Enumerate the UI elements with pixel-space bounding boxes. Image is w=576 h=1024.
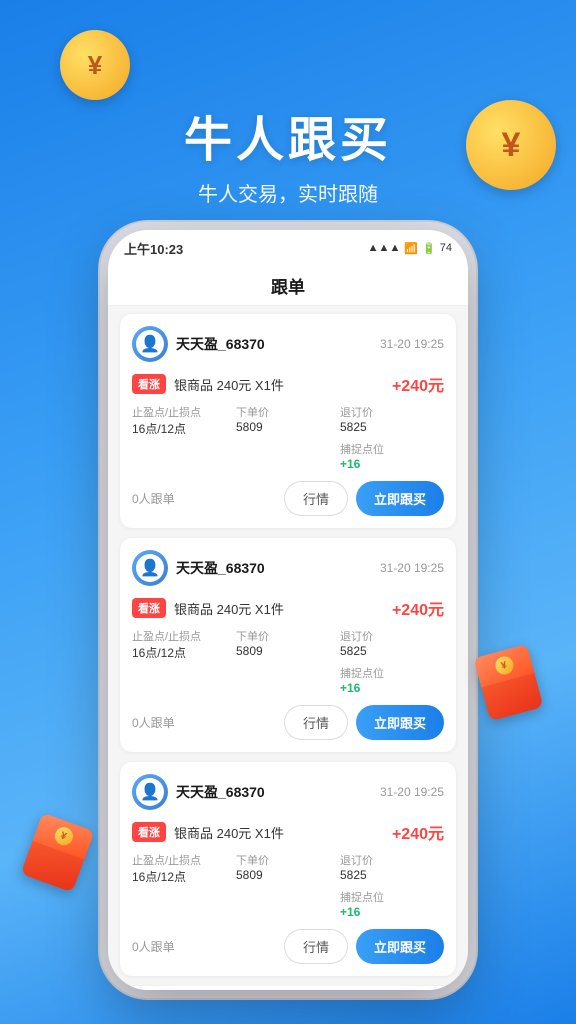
detail-capture-label: 捕捉点位 +16	[340, 665, 444, 695]
detail-order-label: 下单价 5809	[236, 628, 340, 661]
action-buttons: 行情 立即跟买	[284, 705, 444, 740]
user-avatar: 👤	[132, 326, 168, 362]
trade-details: 止盈点/止损点 16点/12点 下单价 5809 退订价 5825 捕捉点位 +…	[132, 628, 444, 695]
nav-bar: 跟单	[108, 266, 468, 306]
card-time: 31-20 19:25	[380, 561, 444, 575]
card-user: 👤 天天盈_68370	[132, 550, 265, 586]
trade-name: 银商品 240元 X1件	[174, 375, 284, 394]
detail-capture-label: 捕捉点位 +16	[340, 889, 444, 919]
trade-name: 银商品 240元 X1件	[174, 823, 284, 842]
card-time: 31-20 19:25	[380, 337, 444, 351]
card-user: 👤 天天盈_68370	[132, 326, 265, 362]
market-button[interactable]: 行情	[284, 929, 348, 964]
avatar-face: 👤	[136, 554, 164, 582]
red-envelope-right: ¥	[481, 650, 536, 715]
detail-stop-label: 止盈点/止损点 16点/12点	[132, 404, 236, 437]
card-footer: 0人跟单 行情 立即跟买	[132, 705, 444, 740]
trade-info-row: 看涨 银商品 240元 X1件 +240元	[132, 596, 444, 620]
trade-info-row: 看涨 银商品 240元 X1件 +240元	[132, 372, 444, 396]
market-button[interactable]: 行情	[284, 705, 348, 740]
nav-title: 跟单	[271, 273, 305, 298]
trade-details: 止盈点/止损点 16点/12点 下单价 5809 退订价 5825 捕捉点位 +…	[132, 852, 444, 919]
detail-stop-label: 止盈点/止损点 16点/12点	[132, 852, 236, 885]
action-buttons: 行情 立即跟买	[284, 929, 444, 964]
avatar-face: 👤	[136, 330, 164, 358]
detail-cancel-label: 退订价 5825	[340, 852, 444, 885]
follow-button[interactable]: 立即跟买	[356, 705, 444, 740]
card-footer: 0人跟单 行情 立即跟买	[132, 929, 444, 964]
market-button[interactable]: 行情	[284, 481, 348, 516]
battery-icon: 🔋	[422, 242, 436, 255]
trade-card: 👤 天天盈_68370 31-20 19:25 看涨 银商品 240元 X1件 …	[120, 314, 456, 528]
coin-decoration-right: ¥	[466, 100, 556, 190]
phone-mockup: 上午10:23 ▲▲▲ 📶 🔋 74 跟单 👤 天天盈_68370 31-20 …	[108, 230, 468, 990]
status-icons: ▲▲▲ 📶 🔋 74	[368, 242, 452, 255]
phone-content[interactable]: 👤 天天盈_68370 31-20 19:25 看涨 银商品 240元 X1件 …	[108, 306, 468, 990]
followers-count: 0人跟单	[132, 714, 175, 731]
follow-button[interactable]: 立即跟买	[356, 481, 444, 516]
trade-profit: +240元	[392, 372, 444, 396]
trade-info-row: 看涨 银商品 240元 X1件 +240元	[132, 820, 444, 844]
trade-name: 银商品 240元 X1件	[174, 599, 284, 618]
user-name: 天天盈_68370	[176, 334, 265, 354]
trade-card: 👤 天天盈_68370 31-20 19:25 看涨 银商品 240元 X1件 …	[120, 762, 456, 976]
card-time: 31-20 19:25	[380, 785, 444, 799]
card-header: 👤 天天盈_68370 31-20 19:25	[132, 774, 444, 810]
coin-decoration-left: ¥	[60, 30, 130, 100]
trade-details: 止盈点/止损点 16点/12点 下单价 5809 退订价 5825 捕捉点位 +…	[132, 404, 444, 471]
card-header: 👤 天天盈_68370 31-20 19:25	[132, 326, 444, 362]
followers-count: 0人跟单	[132, 938, 175, 955]
battery-level: 74	[440, 242, 452, 254]
detail-stop-label: 止盈点/止损点 16点/12点	[132, 628, 236, 661]
signal-icon: ▲▲▲	[368, 242, 401, 254]
user-avatar: 👤	[132, 774, 168, 810]
status-time: 上午10:23	[124, 239, 183, 258]
detail-order-label: 下单价 5809	[236, 852, 340, 885]
action-buttons: 行情 立即跟买	[284, 481, 444, 516]
trend-badge: 看涨	[132, 822, 166, 842]
trade-card: 👤 天天盈_68370 31-20 19:25 看涨 银商品 240元 X1件 …	[120, 538, 456, 752]
detail-capture-label: 捕捉点位 +16	[340, 441, 444, 471]
user-avatar: 👤	[132, 550, 168, 586]
trade-profit: +240元	[392, 596, 444, 620]
detail-order-label: 下单价 5809	[236, 404, 340, 437]
trend-badge: 看涨	[132, 598, 166, 618]
status-bar: 上午10:23 ▲▲▲ 📶 🔋 74	[108, 230, 468, 266]
wifi-icon: 📶	[404, 242, 418, 255]
detail-cancel-label: 退订价 5825	[340, 404, 444, 437]
trade-card: 👤 天天盈_68370 31-20 19:25 看涨 银商品 240元 X1件 …	[120, 986, 456, 990]
trade-profit: +240元	[392, 820, 444, 844]
user-name: 天天盈_68370	[176, 558, 265, 578]
red-envelope-left: ¥	[30, 820, 85, 885]
card-header: 👤 天天盈_68370 31-20 19:25	[132, 550, 444, 586]
card-user: 👤 天天盈_68370	[132, 774, 265, 810]
avatar-face: 👤	[136, 778, 164, 806]
card-footer: 0人跟单 行情 立即跟买	[132, 481, 444, 516]
followers-count: 0人跟单	[132, 490, 175, 507]
follow-button[interactable]: 立即跟买	[356, 929, 444, 964]
trend-badge: 看涨	[132, 374, 166, 394]
user-name: 天天盈_68370	[176, 782, 265, 802]
detail-cancel-label: 退订价 5825	[340, 628, 444, 661]
